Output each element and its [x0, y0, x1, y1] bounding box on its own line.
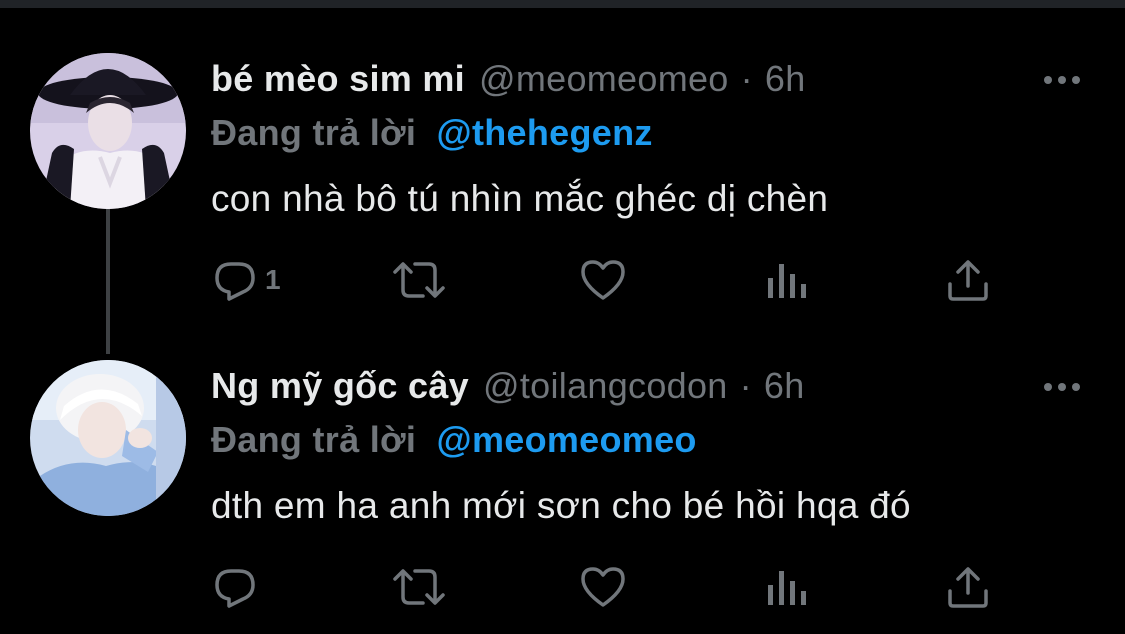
avatar[interactable] — [30, 53, 186, 209]
heart-icon — [581, 260, 625, 300]
heart-icon — [581, 567, 625, 607]
like-button[interactable] — [579, 563, 627, 611]
more-options-button[interactable] — [1040, 373, 1084, 401]
display-name[interactable]: Ng mỹ gốc cây — [211, 365, 469, 407]
display-name[interactable]: bé mèo sim mi — [211, 58, 465, 100]
reply-button[interactable] — [211, 563, 265, 611]
more-icon — [1044, 383, 1080, 391]
top-divider — [0, 0, 1125, 8]
more-icon — [1044, 76, 1080, 84]
tweet-text: con nhà bô tú nhìn mắc ghéc dị chèn — [211, 178, 829, 219]
replying-to-link[interactable]: @meomeomeo — [437, 419, 697, 460]
replying-to-label: Đang trả lời — [211, 112, 417, 153]
thread-connector-line — [106, 208, 110, 354]
retweet-button[interactable] — [389, 563, 449, 611]
replying-to: Đang trả lời @thehegenz — [211, 112, 653, 154]
timestamp[interactable]: 6h — [764, 365, 805, 407]
timestamp[interactable]: 6h — [765, 58, 806, 100]
share-icon — [948, 260, 988, 301]
share-button[interactable] — [945, 256, 991, 304]
reply-count: 1 — [265, 264, 281, 295]
tweet-actions — [211, 563, 1001, 611]
tweet-actions: 1 — [211, 256, 1001, 304]
tweet-header: Ng mỹ gốc cây @toilangcodon · 6h — [211, 365, 805, 411]
reply-button[interactable]: 1 — [211, 256, 281, 304]
share-button[interactable] — [945, 563, 991, 611]
separator-dot: · — [739, 365, 752, 406]
like-button[interactable] — [579, 256, 627, 304]
analytics-icon — [768, 571, 806, 605]
reply-icon — [215, 569, 255, 608]
replying-to-link[interactable]: @thehegenz — [437, 112, 653, 153]
tweet-header: bé mèo sim mi @meomeomeo · 6h — [211, 58, 806, 104]
analytics-icon — [768, 264, 806, 298]
tweet-text: dth em ha anh mới sơn cho bé hồi hqa đó — [211, 485, 911, 526]
retweet-icon — [393, 262, 445, 298]
user-handle[interactable]: @meomeomeo — [479, 58, 729, 100]
share-icon — [948, 567, 988, 608]
separator-dot: · — [740, 58, 753, 99]
more-options-button[interactable] — [1040, 66, 1084, 94]
replying-to: Đang trả lời @meomeomeo — [211, 419, 697, 461]
retweet-button[interactable] — [389, 256, 449, 304]
user-handle[interactable]: @toilangcodon — [483, 365, 728, 407]
reply-icon — [215, 262, 255, 301]
retweet-icon — [393, 569, 445, 605]
avatar[interactable] — [30, 360, 186, 516]
analytics-button[interactable] — [765, 256, 809, 304]
replying-to-label: Đang trả lời — [211, 419, 417, 460]
analytics-button[interactable] — [765, 563, 809, 611]
